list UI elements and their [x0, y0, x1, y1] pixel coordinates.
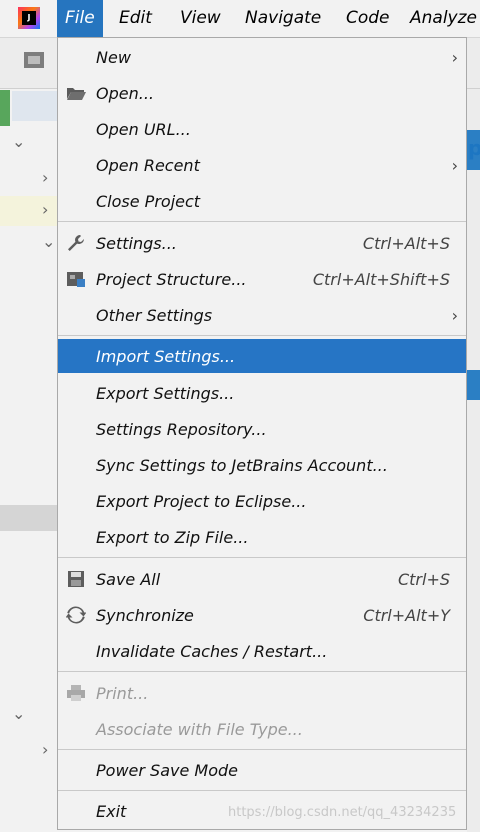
- menu-view[interactable]: View: [172, 0, 229, 37]
- menu-item-label: Open Recent: [96, 155, 200, 175]
- menu-file[interactable]: File: [57, 0, 103, 37]
- menu-item-label: Save All: [96, 569, 161, 589]
- tree-row-selected: [0, 505, 58, 531]
- menu-item-shortcut: Ctrl+Alt+Shift+S: [312, 269, 450, 289]
- folder-open-icon: [65, 82, 87, 104]
- menu-item-open-recent[interactable]: Open Recent ›: [58, 148, 466, 182]
- menu-item-other-settings[interactable]: Other Settings ›: [58, 298, 466, 332]
- chevron-right-icon[interactable]: ›: [42, 200, 48, 219]
- logo-text: J: [22, 11, 36, 25]
- chevron-down-icon[interactable]: ⌄: [12, 704, 25, 723]
- menu-item-power-save-mode[interactable]: Power Save Mode: [58, 753, 466, 787]
- menu-bar: J File Edit View Navigate Code Analyze: [0, 0, 480, 38]
- menu-item-label: Open...: [96, 83, 154, 103]
- menu-separator: [58, 335, 466, 336]
- menu-item-shortcut: Ctrl+S: [397, 569, 450, 589]
- menu-analyze[interactable]: Analyze: [402, 0, 480, 37]
- menu-item-shortcut: Ctrl+Alt+Y: [363, 605, 450, 625]
- menu-item-label: Print...: [96, 683, 149, 703]
- menu-item-label: Invalidate Caches / Restart...: [96, 641, 328, 661]
- save-icon: [65, 568, 87, 590]
- menu-item-shortcut: Ctrl+Alt+S: [362, 233, 450, 253]
- menu-item-label: Export Settings...: [96, 383, 235, 403]
- project-icon: [24, 52, 44, 68]
- tree-row-highlight: [0, 196, 58, 226]
- menu-separator: [58, 671, 466, 672]
- menu-item-settings[interactable]: Settings... Ctrl+Alt+S: [58, 226, 466, 260]
- menu-separator: [58, 790, 466, 791]
- menu-item-import-settings[interactable]: Import Settings...: [58, 339, 466, 373]
- menu-item-export-settings[interactable]: Export Settings...: [58, 376, 466, 410]
- menu-item-label: Settings...: [96, 233, 177, 253]
- menu-separator: [58, 749, 466, 750]
- chevron-right-icon: ›: [451, 47, 458, 67]
- menu-item-save-all[interactable]: Save All Ctrl+S: [58, 562, 466, 596]
- menu-item-new[interactable]: New ›: [58, 40, 466, 74]
- menu-item-label: Export Project to Eclipse...: [96, 491, 307, 511]
- chevron-right-icon: ›: [451, 305, 458, 325]
- menu-item-sync-settings[interactable]: Sync Settings to JetBrains Account...: [58, 448, 466, 482]
- menu-item-label: Synchronize: [96, 605, 194, 625]
- menu-item-synchronize[interactable]: Synchronize Ctrl+Alt+Y: [58, 598, 466, 632]
- menu-item-export-project-eclipse[interactable]: Export Project to Eclipse...: [58, 484, 466, 518]
- chevron-right-icon[interactable]: ›: [42, 740, 48, 759]
- menu-edit[interactable]: Edit: [111, 0, 160, 37]
- project-structure-icon: [65, 268, 87, 290]
- menu-item-label: Import Settings...: [96, 346, 236, 366]
- menu-item-label: Project Structure...: [96, 269, 247, 289]
- project-tool-stripe[interactable]: [0, 90, 10, 126]
- menu-item-invalidate-caches[interactable]: Invalidate Caches / Restart...: [58, 634, 466, 668]
- chevron-right-icon: ›: [451, 155, 458, 175]
- menu-item-open[interactable]: Open...: [58, 76, 466, 110]
- menu-item-associate-file-type[interactable]: Associate with File Type...: [58, 712, 466, 746]
- menu-item-label: Sync Settings to JetBrains Account...: [96, 455, 388, 475]
- chevron-right-icon[interactable]: ›: [42, 168, 48, 187]
- menu-item-label: Other Settings: [96, 305, 213, 325]
- menu-navigate[interactable]: Navigate: [237, 0, 329, 37]
- sync-icon: [65, 604, 87, 626]
- menu-item-settings-repository[interactable]: Settings Repository...: [58, 412, 466, 446]
- chevron-down-icon[interactable]: ⌄: [12, 132, 25, 151]
- menu-item-open-url[interactable]: Open URL...: [58, 112, 466, 146]
- menu-item-label: Export to Zip File...: [96, 527, 249, 547]
- wrench-icon: [65, 232, 87, 254]
- menu-item-label: Associate with File Type...: [96, 719, 303, 739]
- right-editor-area: [467, 89, 480, 832]
- project-tab[interactable]: [12, 91, 58, 121]
- menu-code[interactable]: Code: [338, 0, 398, 37]
- menu-item-label: Power Save Mode: [96, 760, 238, 780]
- intellij-logo-icon: J: [18, 7, 40, 29]
- menu-item-label: Close Project: [96, 191, 201, 211]
- menu-item-project-structure[interactable]: Project Structure... Ctrl+Alt+Shift+S: [58, 262, 466, 296]
- printer-icon: [65, 682, 87, 704]
- editor-text: p: [468, 136, 480, 160]
- editor-marker: [467, 370, 480, 400]
- menu-item-print[interactable]: Print...: [58, 676, 466, 710]
- menu-item-export-zip[interactable]: Export to Zip File...: [58, 520, 466, 554]
- menu-item-label: Exit: [96, 801, 127, 821]
- menu-item-label: New: [96, 47, 131, 67]
- file-menu-dropdown: New › Open... Open URL... Open Recent › …: [57, 37, 467, 830]
- watermark: https://blog.csdn.net/qq_43234235: [228, 805, 457, 820]
- menu-separator: [58, 221, 466, 222]
- menu-item-close-project[interactable]: Close Project: [58, 184, 466, 218]
- menu-separator: [58, 557, 466, 558]
- menu-item-label: Settings Repository...: [96, 419, 267, 439]
- chevron-down-icon[interactable]: ⌄: [42, 232, 55, 251]
- menu-item-label: Open URL...: [96, 119, 191, 139]
